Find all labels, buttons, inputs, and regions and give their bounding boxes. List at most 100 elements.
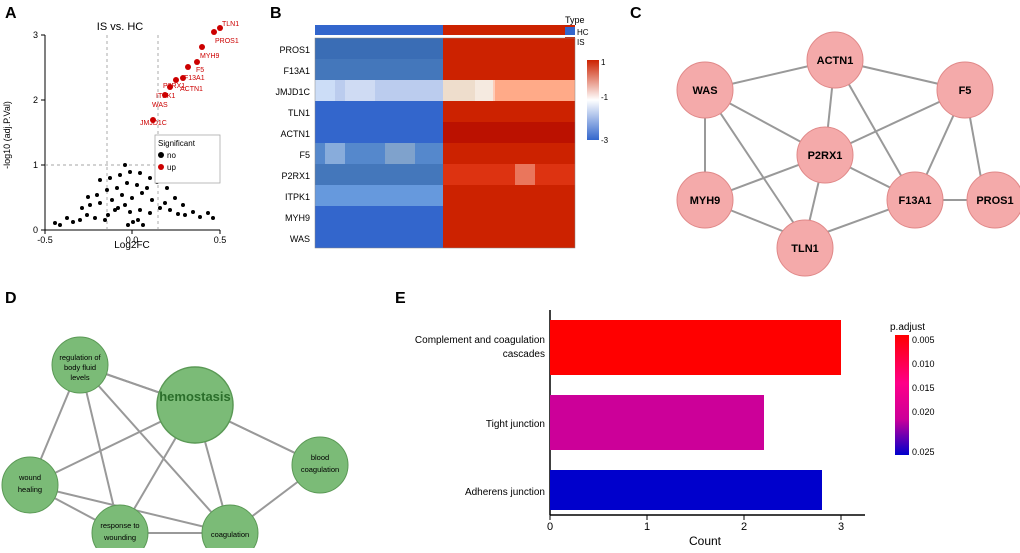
bar-adherens-junction — [550, 470, 822, 510]
panel-b-label: B — [270, 5, 282, 22]
svg-text:F13A1: F13A1 — [283, 66, 310, 76]
svg-text:0.0: 0.0 — [126, 235, 139, 245]
svg-text:coagulation: coagulation — [211, 530, 249, 539]
svg-text:0.025: 0.025 — [912, 447, 935, 457]
svg-text:2: 2 — [33, 95, 38, 105]
svg-text:ACTN1: ACTN1 — [280, 129, 310, 139]
bar-chart: E 0 1 2 3 Count Complement and coagulati… — [390, 285, 1020, 548]
svg-text:ITPK1: ITPK1 — [156, 93, 176, 100]
svg-text:up: up — [167, 163, 176, 172]
svg-text:F5: F5 — [299, 150, 310, 160]
svg-text:cascades: cascades — [503, 349, 545, 360]
svg-text:blood: blood — [311, 453, 329, 462]
svg-text:coagulation: coagulation — [301, 465, 339, 474]
svg-text:response to: response to — [100, 521, 139, 530]
svg-text:0.020: 0.020 — [912, 407, 935, 417]
svg-text:hemostasis: hemostasis — [159, 389, 231, 404]
volcano-plot: A IS vs. HC Log2FC -log10 (adj.P.Val) -0… — [0, 0, 265, 290]
svg-text:P2RX1: P2RX1 — [281, 171, 310, 181]
panel-a: A IS vs. HC Log2FC -log10 (adj.P.Val) -0… — [0, 0, 265, 290]
svg-text:2: 2 — [741, 521, 747, 533]
svg-text:0.015: 0.015 — [912, 383, 935, 393]
svg-text:1: 1 — [601, 58, 606, 67]
svg-text:Significant: Significant — [158, 139, 196, 148]
hc-bar — [315, 25, 443, 35]
svg-text:JMJD1C: JMJD1C — [140, 120, 167, 127]
svg-text:PROS1: PROS1 — [279, 45, 310, 55]
y-axis-label: -log10 (adj.P.Val) — [2, 101, 12, 169]
network-d: D hemostasis regulati — [0, 285, 390, 548]
svg-text:1: 1 — [644, 521, 650, 533]
svg-text:Complement and coagulation: Complement and coagulation — [415, 335, 545, 346]
svg-text:F5: F5 — [959, 85, 972, 97]
svg-text:ACTN1: ACTN1 — [817, 55, 854, 67]
svg-text:IS: IS — [577, 38, 585, 47]
svg-text:WAS: WAS — [290, 234, 310, 244]
svg-text:P2RX1: P2RX1 — [808, 150, 843, 162]
heatmap-row-myh9: MYH9 — [285, 206, 575, 227]
color-scale — [587, 60, 599, 140]
svg-text:0.010: 0.010 — [912, 359, 935, 369]
svg-text:F13A1: F13A1 — [184, 75, 205, 82]
is-bar — [443, 25, 575, 35]
panel-e-label: E — [395, 290, 406, 307]
svg-text:JMJD1C: JMJD1C — [275, 87, 310, 97]
p-adjust-scale — [895, 335, 909, 455]
network-nodes: WAS ACTN1 F5 P2RX1 MYH9 TLN1 F13A1 PROS1 — [677, 32, 1020, 276]
svg-text:Tight junction: Tight junction — [486, 419, 545, 430]
svg-text:-0.5: -0.5 — [37, 235, 53, 245]
svg-text:-3: -3 — [601, 136, 609, 145]
svg-text:0.5: 0.5 — [214, 235, 227, 245]
svg-text:no: no — [167, 151, 176, 160]
panel-a-label: A — [5, 5, 17, 22]
heatmap: B Type HC IS — [265, 0, 625, 290]
svg-text:wound: wound — [18, 473, 41, 482]
svg-text:0.005: 0.005 — [912, 335, 935, 345]
panel-d-label: D — [5, 290, 17, 307]
svg-text:1: 1 — [33, 160, 38, 170]
svg-text:levels: levels — [70, 373, 89, 382]
svg-text:TLN1: TLN1 — [791, 243, 819, 255]
svg-text:TLN1: TLN1 — [222, 21, 239, 28]
svg-text:wounding: wounding — [103, 533, 136, 542]
svg-text:TLN1: TLN1 — [288, 108, 310, 118]
panel-c-label: C — [630, 5, 642, 22]
panel-b: B Type HC IS — [265, 0, 625, 290]
svg-text:p.adjust: p.adjust — [890, 322, 925, 333]
bar-tight-junction — [550, 395, 764, 450]
bar-complement — [550, 320, 841, 375]
svg-text:0: 0 — [547, 521, 553, 533]
svg-text:HC: HC — [577, 28, 589, 37]
svg-text:MYH9: MYH9 — [690, 195, 721, 207]
svg-text:MYH9: MYH9 — [200, 53, 220, 60]
svg-text:PROS1: PROS1 — [215, 38, 239, 45]
svg-text:body fluid: body fluid — [64, 363, 96, 372]
green-network-nodes: hemostasis regulation of body fluid leve… — [2, 337, 348, 548]
svg-text:ITPK1: ITPK1 — [285, 192, 310, 202]
svg-text:WAS: WAS — [692, 85, 717, 97]
svg-text:healing: healing — [18, 485, 42, 494]
svg-text:Adherens junction: Adherens junction — [465, 487, 545, 498]
svg-text:3: 3 — [838, 521, 844, 533]
network-c: C WAS ACTN1 — [625, 0, 1020, 290]
heatmap-row-pros1: PROS1 — [279, 38, 575, 59]
svg-text:0: 0 — [33, 225, 38, 235]
panel-d: D hemostasis regulati — [0, 285, 390, 548]
svg-text:Type: Type — [565, 15, 585, 25]
heatmap-row-f13a1: F13A1 — [283, 59, 575, 80]
svg-text:ACTN1: ACTN1 — [180, 86, 203, 93]
heatmap-row-actn1: ACTN1 — [280, 122, 575, 143]
heatmap-row-tln1: TLN1 — [288, 101, 575, 122]
svg-text:F13A1: F13A1 — [898, 195, 931, 207]
x-axis-label-e: Count — [689, 534, 722, 548]
svg-text:3: 3 — [33, 30, 38, 40]
svg-text:F5: F5 — [196, 67, 204, 74]
svg-text:regulation of: regulation of — [59, 353, 101, 362]
volcano-title: IS vs. HC — [97, 21, 144, 33]
svg-text:PROS1: PROS1 — [976, 195, 1013, 207]
svg-text:WAS: WAS — [152, 102, 168, 109]
heatmap-row-was: WAS — [290, 227, 575, 248]
heatmap-row-itpk1: ITPK1 — [285, 185, 575, 206]
svg-text:-1: -1 — [601, 93, 609, 102]
panel-e: E 0 1 2 3 Count Complement and coagulati… — [390, 285, 1020, 548]
